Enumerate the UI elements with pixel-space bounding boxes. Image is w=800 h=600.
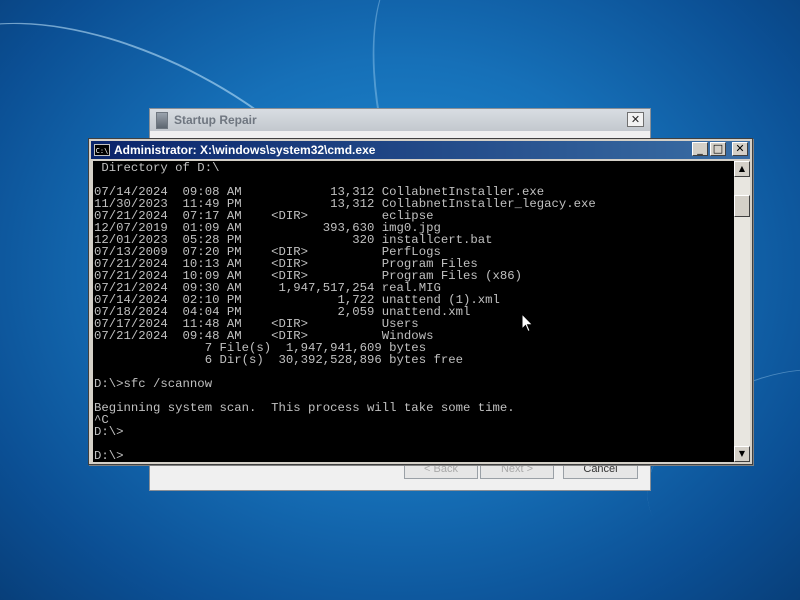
startup-repair-titlebar[interactable]: Startup Repair [150,109,650,131]
console-line: D:\> [94,449,124,462]
console-output[interactable]: Directory of D:\ 07/14/2024 09:08 AM 13,3… [93,161,734,462]
vertical-scrollbar[interactable]: ▲ ▼ [734,161,750,462]
console-line: D:\>sfc /scannow [94,377,213,391]
scrollbar-thumb[interactable] [734,195,750,217]
startup-repair-title: Startup Repair [174,113,257,127]
console-line: 6 Dir(s) 30,392,528,896 bytes free [94,353,463,367]
minimize-button[interactable]: _ [692,142,708,156]
startup-repair-icon [156,111,168,129]
scroll-down-button[interactable]: ▼ [734,446,750,462]
cmd-titlebar[interactable]: C:\ Administrator: X:\windows\system32\c… [91,141,750,159]
cmd-window: C:\ Administrator: X:\windows\system32\c… [88,138,753,465]
startup-repair-close-button[interactable]: ✕ [627,112,644,127]
close-button[interactable]: ✕ [732,142,748,156]
console-icon: C:\ [94,144,110,156]
cmd-title: Administrator: X:\windows\system32\cmd.e… [114,143,376,157]
console-line: D:\> [94,425,124,439]
console-line: ^C [94,413,109,427]
maximize-button[interactable]: □ [710,142,726,156]
console-line: Beginning system scan. This process will… [94,401,515,415]
scroll-up-button[interactable]: ▲ [734,161,750,177]
mouse-cursor-icon [521,312,534,338]
console-line: Directory of D:\ [94,161,220,175]
